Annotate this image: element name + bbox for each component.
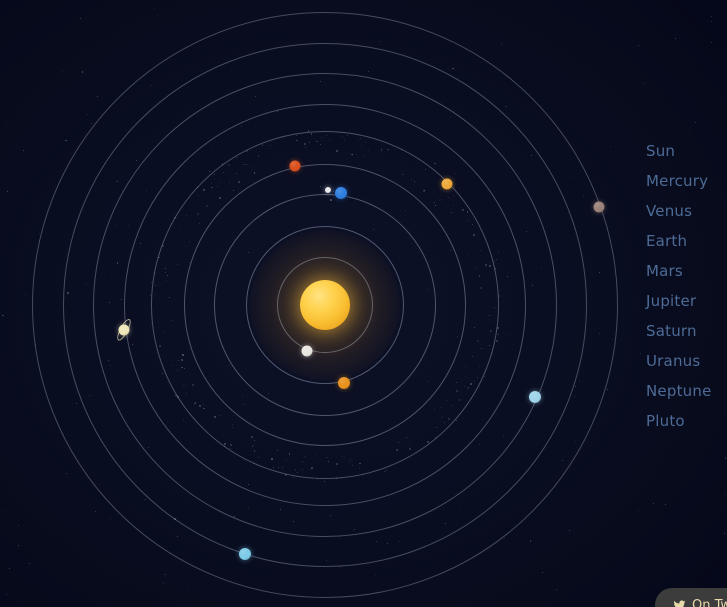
star bbox=[711, 41, 713, 43]
star bbox=[22, 150, 24, 152]
planet-mars[interactable] bbox=[289, 160, 301, 172]
star bbox=[643, 82, 645, 84]
star bbox=[652, 503, 654, 504]
star bbox=[664, 503, 666, 505]
legend-item-venus[interactable]: Venus bbox=[646, 196, 712, 226]
twitter-icon bbox=[673, 599, 686, 607]
star bbox=[724, 532, 726, 534]
star bbox=[610, 145, 612, 147]
solar-system-canvas[interactable]: Sun Mercury Venus Earth Mars Jupiter Saturn Ura… bbox=[0, 0, 727, 607]
planet-mercury[interactable] bbox=[325, 187, 331, 193]
on-twitter-label: On Twitter bbox=[692, 597, 727, 607]
on-twitter-button[interactable]: On Twitter bbox=[655, 588, 727, 607]
star bbox=[569, 529, 571, 531]
legend-item-uranus[interactable]: Uranus bbox=[646, 346, 712, 376]
planet-jupiter[interactable] bbox=[338, 377, 350, 389]
star bbox=[17, 525, 19, 527]
star bbox=[542, 572, 543, 573]
star bbox=[109, 518, 111, 519]
star bbox=[2, 314, 4, 317]
star bbox=[500, 42, 503, 45]
planet-earth[interactable] bbox=[335, 187, 347, 199]
star bbox=[639, 353, 641, 355]
star bbox=[81, 71, 84, 73]
star bbox=[9, 568, 11, 570]
star bbox=[529, 540, 532, 542]
star bbox=[165, 573, 166, 575]
star bbox=[607, 389, 608, 391]
legend-item-pluto[interactable]: Pluto bbox=[646, 406, 712, 436]
star bbox=[65, 472, 67, 474]
planet-unlabeled[interactable] bbox=[441, 178, 453, 190]
star bbox=[724, 457, 727, 459]
star bbox=[5, 510, 6, 511]
star bbox=[162, 582, 165, 584]
star bbox=[6, 593, 8, 595]
legend-item-mercury[interactable]: Mercury bbox=[646, 166, 712, 196]
star bbox=[163, 573, 165, 575]
star bbox=[7, 191, 9, 193]
sun[interactable] bbox=[300, 280, 350, 330]
planet-saturn[interactable] bbox=[118, 324, 130, 336]
planet-pluto[interactable] bbox=[593, 201, 605, 213]
star bbox=[710, 20, 712, 22]
star bbox=[725, 493, 727, 495]
star bbox=[90, 122, 92, 124]
star bbox=[79, 17, 81, 19]
legend-item-sun[interactable]: Sun bbox=[646, 136, 712, 166]
star bbox=[652, 604, 654, 606]
star bbox=[61, 70, 63, 72]
star bbox=[711, 16, 713, 18]
star bbox=[38, 232, 40, 234]
star bbox=[96, 95, 98, 97]
star bbox=[65, 139, 67, 142]
legend: Sun Mercury Venus Earth Mars Jupiter Saturn Ura… bbox=[646, 136, 712, 436]
star bbox=[95, 510, 97, 512]
legend-item-mars[interactable]: Mars bbox=[646, 256, 712, 286]
star bbox=[690, 129, 691, 131]
star bbox=[28, 563, 30, 564]
star bbox=[694, 121, 696, 123]
star bbox=[24, 293, 26, 295]
legend-item-saturn[interactable]: Saturn bbox=[646, 316, 712, 346]
legend-item-jupiter[interactable]: Jupiter bbox=[646, 286, 712, 316]
star bbox=[86, 114, 88, 116]
star bbox=[6, 124, 8, 126]
legend-item-earth[interactable]: Earth bbox=[646, 226, 712, 256]
star bbox=[674, 37, 677, 40]
star bbox=[153, 8, 155, 10]
star bbox=[187, 587, 189, 589]
planet-uranus[interactable] bbox=[529, 391, 541, 403]
star bbox=[28, 192, 31, 195]
planet-neptune[interactable] bbox=[239, 548, 251, 560]
star bbox=[637, 509, 639, 511]
star bbox=[555, 588, 557, 590]
star bbox=[18, 545, 20, 547]
planet-venus[interactable] bbox=[301, 345, 313, 357]
star bbox=[712, 581, 715, 584]
star bbox=[637, 44, 639, 46]
legend-item-neptune[interactable]: Neptune bbox=[646, 376, 712, 406]
star bbox=[503, 538, 505, 540]
